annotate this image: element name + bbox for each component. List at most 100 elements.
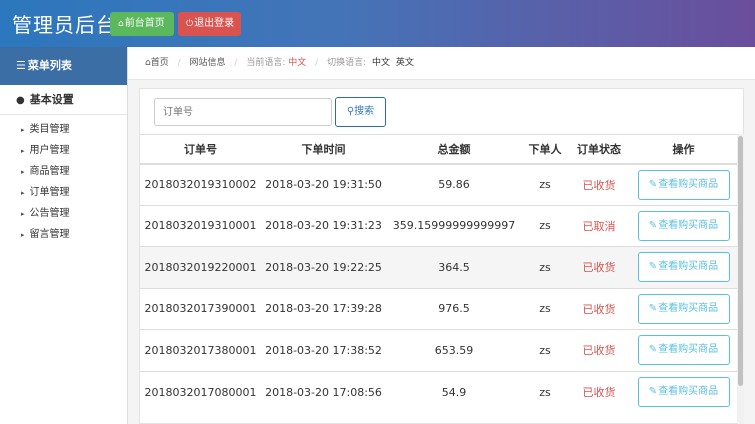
power-icon: ⏻ [186,19,194,29]
cell-total-amount: 359.15999999999997 [386,204,522,247]
cell-status: 已收货 [568,163,630,205]
menu-list-title: 菜单列表 [27,59,72,72]
view-products-button[interactable]: ✎查看购买商品 [637,293,730,324]
cell-order-no: 2018032019310001 [140,204,261,247]
view-products-label: 查看购买商品 [658,219,719,231]
top-header: 管理员后台 ⌂前台首页 ⏻退出登录 [0,0,755,47]
home-icon: ⌂ [118,19,124,29]
breadcrumb-separator: / [177,58,181,68]
cell-user: zs [522,329,568,371]
breadcrumb-site-info[interactable]: 网站信息 [190,58,226,68]
column-header-user: 下单人 [522,134,568,165]
chevron-right-icon: ▸ [21,126,25,134]
cell-status: 已收货 [568,370,630,413]
column-header-actions: 操作 [630,134,737,165]
search-button-label: 搜索 [354,106,375,117]
chevron-right-icon: ▸ [21,168,25,176]
column-header-order-no: 订单号 [140,134,261,165]
breadcrumb-separator: / [234,58,238,68]
table-row: 2018032017390001 2018-03-20 17:39:28 976… [140,287,737,330]
sidebar-item-label: 订单管理 [29,187,70,198]
cell-user: zs [522,287,568,330]
scrollbar-thumb[interactable] [738,136,743,386]
column-header-status: 订单状态 [568,134,630,165]
edit-icon: ✎ [648,386,658,397]
switch-language-zh[interactable]: 中文 [372,58,390,68]
cell-order-no: 2018032017390001 [140,287,261,330]
cell-order-time: 2018-03-20 19:31:50 [261,163,386,205]
sidebar-item-orders[interactable]: ▸ 订单管理 [0,182,127,203]
view-products-button[interactable]: ✎查看购买商品 [637,210,730,241]
breadcrumb-home[interactable]: ⌂首页 [145,58,169,68]
chevron-right-icon: ▸ [21,189,25,197]
sidebar-item-products[interactable]: ▸ 商品管理 [0,161,127,182]
cell-actions: ✎查看购买商品 [630,246,737,288]
logout-button[interactable]: ⏻退出登录 [178,12,241,36]
menu-list-header: ☰ 菜单列表 [0,47,127,85]
view-products-button[interactable]: ✎查看购买商品 [637,169,730,200]
cell-order-time: 2018-03-20 19:22:25 [261,246,386,288]
view-products-label: 查看购买商品 [658,261,719,273]
view-products-label: 查看购买商品 [658,178,719,190]
home-button-label: 前台首页 [124,18,165,29]
view-products-button[interactable]: ✎查看购买商品 [637,252,730,283]
switch-language-en[interactable]: 英文 [396,58,414,68]
sidebar-item-label: 公告管理 [29,208,70,219]
sidebar-group-basic-settings[interactable]: ● 基本设置 [0,85,127,115]
cell-actions: ✎查看购买商品 [630,370,737,413]
table-scrollbar[interactable] [737,134,744,424]
view-products-button[interactable]: ✎查看购买商品 [637,377,730,407]
orders-panel: ⚲搜索 订单号 下单时间 总金额 下单人 订单状态 操作 20180320193… [139,88,744,424]
current-language-label: 当前语言: [246,58,286,68]
column-header-total-amount: 总金额 [386,134,522,165]
edit-icon: ✎ [648,219,658,231]
cell-order-time: 2018-03-20 19:31:23 [261,204,386,247]
edit-icon: ✎ [648,302,658,314]
cell-user: zs [522,204,568,247]
table-row: 2018032017080001 2018-03-20 17:08:56 54.… [140,370,737,413]
cell-actions: ✎查看购买商品 [630,329,737,371]
view-products-label: 查看购买商品 [658,302,719,314]
cell-actions: ✎查看购买商品 [630,204,737,247]
cell-user: zs [522,163,568,205]
cell-user: zs [522,370,568,413]
view-products-button[interactable]: ✎查看购买商品 [637,335,730,366]
edit-icon: ✎ [648,178,658,190]
chevron-right-icon: ▸ [21,231,25,239]
cell-order-no: 2018032017380001 [140,329,261,371]
cell-total-amount: 59.86 [386,163,522,205]
switch-language-label: 切换语言: [327,58,367,68]
edit-icon: ✎ [648,261,658,273]
view-products-label: 查看购买商品 [658,386,719,397]
sidebar-item-messages[interactable]: ▸ 留言管理 [0,224,127,245]
table-row: 2018032019310001 2018-03-20 19:31:23 359… [140,204,737,247]
app-title: 管理员后台 [12,13,117,37]
cell-total-amount: 653.59 [386,329,522,371]
cell-order-time: 2018-03-20 17:38:52 [261,329,386,371]
order-search-input[interactable] [154,98,332,126]
sidebar-items: ▸ 类目管理 ▸ 用户管理 ▸ 商品管理 ▸ 订单管理 ▸ 公告管理 ▸ 留言管理 [0,115,127,245]
breadcrumb-separator: / [315,58,319,68]
search-button[interactable]: ⚲搜索 [335,97,386,127]
edit-icon: ✎ [648,344,658,356]
cell-status: 已收货 [568,329,630,371]
current-language-value: 中文 [288,58,307,68]
sidebar-item-notices[interactable]: ▸ 公告管理 [0,203,127,224]
sidebar-item-users[interactable]: ▸ 用户管理 [0,140,127,161]
cell-status: 已收货 [568,287,630,330]
home-button[interactable]: ⌂前台首页 [110,12,174,36]
sidebar-item-label: 商品管理 [29,166,70,177]
breadcrumb: ⌂首页 / 网站信息 / 当前语言: 中文 / 切换语言: 中文 英文 [128,47,755,80]
sidebar-item-category[interactable]: ▸ 类目管理 [0,119,127,140]
orders-table: 订单号 下单时间 总金额 下单人 订单状态 操作 201803201931000… [140,134,737,413]
sidebar-group-label: 基本设置 [29,93,74,106]
cell-user: zs [522,246,568,288]
cell-total-amount: 364.5 [386,246,522,288]
sidebar-item-label: 类目管理 [29,124,70,135]
cell-order-time: 2018-03-20 17:39:28 [261,287,386,330]
table-row: 2018032017380001 2018-03-20 17:38:52 653… [140,329,737,371]
logout-button-label: 退出登录 [194,18,235,29]
cell-actions: ✎查看购买商品 [630,163,737,205]
cell-status: 已收货 [568,246,630,288]
cell-total-amount: 976.5 [386,287,522,330]
